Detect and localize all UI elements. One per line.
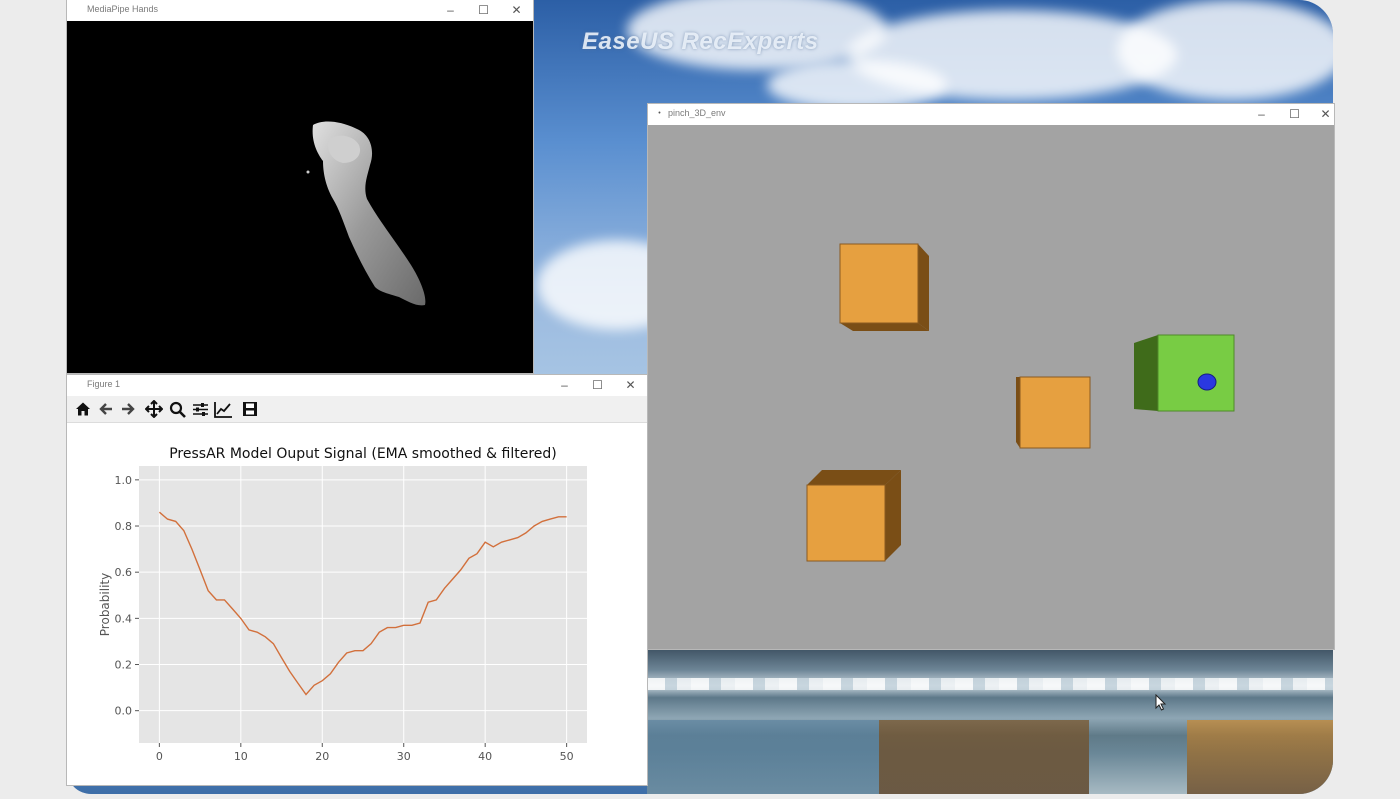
window-title: pinch_3D_env bbox=[668, 108, 726, 118]
edit-axis-icon[interactable] bbox=[212, 398, 234, 420]
orange-cube[interactable] bbox=[839, 243, 929, 331]
close-button[interactable]: ✕ bbox=[500, 0, 533, 21]
y-tick-label: 0.8 bbox=[115, 520, 133, 533]
y-tick-label: 0.6 bbox=[115, 566, 133, 579]
matplotlib-figure-window[interactable]: Figure 1 – ☐ ✕ 0 10 20 30 40 50 0.0 0.2 0.4 0 bbox=[67, 375, 647, 785]
chart: 0 10 20 30 40 50 0.0 0.2 0.4 0.6 0.8 1.0 PressAR Mod… bbox=[98, 446, 587, 763]
minimize-button[interactable]: – bbox=[548, 375, 581, 396]
titlebar[interactable]: MediaPipe Hands – ☐ ✕ bbox=[67, 0, 533, 21]
figure-toolbar bbox=[67, 396, 647, 423]
cursor-sphere bbox=[1197, 373, 1217, 391]
app-icon bbox=[73, 4, 84, 15]
segmented-hand-image bbox=[306, 121, 426, 306]
beach-wallpaper bbox=[647, 648, 1333, 794]
y-tick-label: 0.2 bbox=[115, 659, 133, 672]
3d-scene-viewport[interactable] bbox=[648, 125, 1334, 649]
maximize-button[interactable]: ☐ bbox=[581, 375, 614, 396]
maximize-button[interactable]: ☐ bbox=[467, 0, 500, 21]
matplotlib-icon bbox=[73, 379, 84, 390]
plot-background bbox=[139, 466, 587, 743]
mediapipe-hands-window[interactable]: MediaPipe Hands – ☐ ✕ bbox=[67, 0, 533, 373]
plot-canvas: 0 10 20 30 40 50 0.0 0.2 0.4 0.6 0.8 1.0 PressAR Mod… bbox=[67, 423, 647, 785]
y-axis-label: Probability bbox=[98, 573, 112, 636]
y-tick-label: 1.0 bbox=[115, 474, 133, 487]
save-icon[interactable] bbox=[239, 398, 261, 420]
x-tick-label: 50 bbox=[560, 750, 574, 763]
hand-camera-feed bbox=[67, 21, 533, 373]
window-title: MediaPipe Hands bbox=[87, 4, 159, 14]
pan-move-icon[interactable] bbox=[143, 398, 165, 420]
maximize-button[interactable]: ☐ bbox=[1278, 104, 1311, 125]
orange-cube[interactable] bbox=[1016, 376, 1091, 449]
close-button[interactable]: ✕ bbox=[1309, 104, 1342, 125]
chart-title: PressAR Model Ouput Signal (EMA smoothed… bbox=[169, 446, 557, 462]
app-icon: • bbox=[658, 110, 661, 117]
forward-arrow-icon[interactable] bbox=[117, 398, 139, 420]
zoom-icon[interactable] bbox=[166, 398, 188, 420]
mouse-pointer-icon bbox=[1155, 694, 1167, 711]
x-tick-label: 40 bbox=[478, 750, 492, 763]
x-tick-label: 30 bbox=[397, 750, 411, 763]
minimize-button[interactable]: – bbox=[1245, 104, 1278, 125]
window-title: Figure 1 bbox=[87, 379, 121, 389]
x-tick-label: 0 bbox=[156, 750, 163, 763]
titlebar[interactable]: Figure 1 – ☐ ✕ bbox=[67, 375, 647, 396]
minimize-button[interactable]: – bbox=[434, 0, 467, 21]
titlebar[interactable]: • pinch_3D_env – ☐ ✕ bbox=[648, 104, 1334, 125]
home-icon[interactable] bbox=[72, 398, 94, 420]
x-tick-label: 10 bbox=[234, 750, 248, 763]
back-arrow-icon[interactable] bbox=[95, 398, 117, 420]
x-tick-label: 20 bbox=[315, 750, 329, 763]
close-button[interactable]: ✕ bbox=[614, 375, 647, 396]
y-tick-label: 0.4 bbox=[115, 612, 133, 625]
orange-cube[interactable] bbox=[806, 470, 901, 562]
green-target-cube[interactable] bbox=[1134, 334, 1235, 412]
pinch-3d-env-window[interactable]: • pinch_3D_env – ☐ ✕ bbox=[648, 104, 1334, 649]
configure-subplots-icon[interactable] bbox=[189, 398, 211, 420]
recorder-watermark: EaseUS RecExperts bbox=[582, 28, 819, 55]
y-tick-label: 0.0 bbox=[115, 705, 133, 718]
